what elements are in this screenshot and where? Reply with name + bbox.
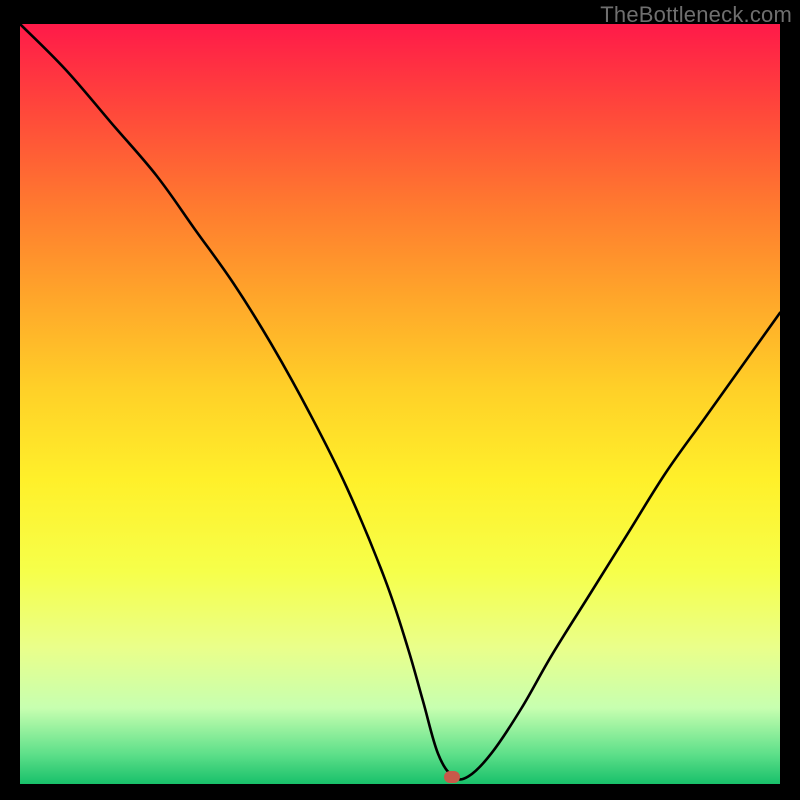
watermark-text: TheBottleneck.com xyxy=(600,2,792,28)
chart-frame: TheBottleneck.com xyxy=(0,0,800,800)
plot-area xyxy=(20,24,780,784)
optimal-point-marker xyxy=(444,771,460,783)
bottleneck-curve xyxy=(20,24,780,784)
